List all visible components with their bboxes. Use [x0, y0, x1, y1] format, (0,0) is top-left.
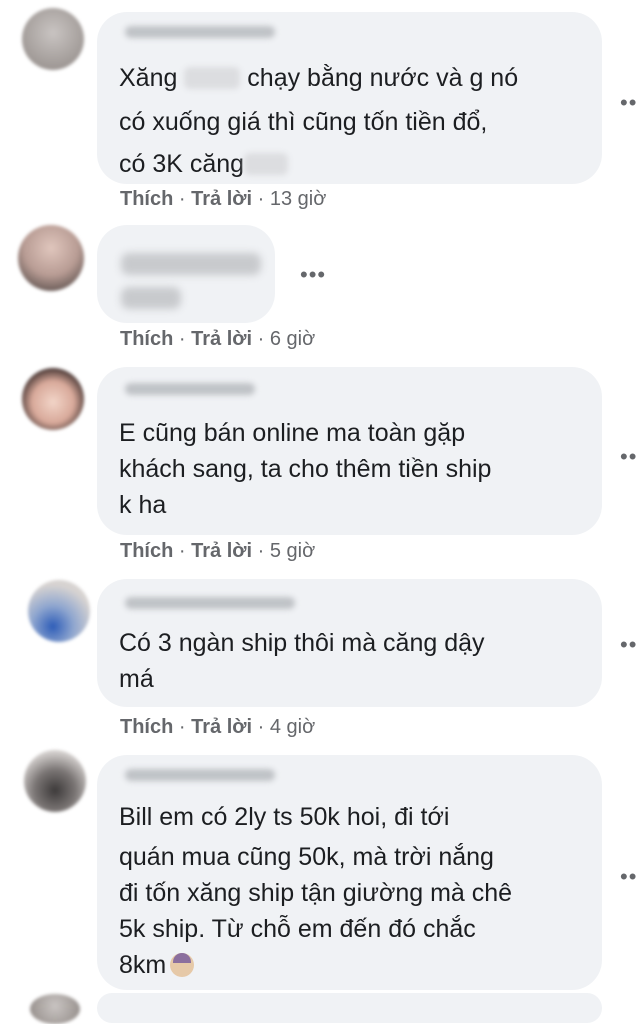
like-button[interactable]: Thích	[120, 188, 173, 210]
comment-actions: Thích · Trả lời · 5 giờ	[120, 540, 316, 562]
comment-text-line: má	[119, 665, 154, 693]
avatar[interactable]	[18, 225, 84, 291]
avatar[interactable]	[24, 750, 86, 812]
more-options-icon[interactable]: •••	[620, 634, 638, 656]
like-button[interactable]: Thích	[120, 328, 173, 350]
comment-actions: Thích · Trả lời · 4 giờ	[120, 716, 316, 738]
comment-bubble: E cũng bán online ma toàn gặp khách sang…	[97, 367, 602, 535]
comment-bubble	[97, 225, 275, 323]
like-button[interactable]: Thích	[120, 716, 173, 738]
avatar[interactable]	[22, 368, 84, 430]
censored-text	[184, 67, 241, 89]
comment-text-line: E cũng bán online ma toàn gặp	[119, 419, 466, 447]
reply-button[interactable]: Trả lời	[191, 188, 252, 210]
comment-time[interactable]: 4 giờ	[270, 716, 315, 738]
more-options-icon[interactable]: •••	[620, 866, 638, 888]
more-options-icon[interactable]: •••	[300, 264, 326, 286]
comment-bubble: Bill em có 2ly ts 50k hoi, đi tới quán m…	[97, 755, 602, 990]
comment-actions: Thích · Trả lời · 13 giờ	[120, 188, 327, 210]
reply-button[interactable]: Trả lời	[191, 716, 252, 738]
comment-text-line: Xăng chạy bằng nước và g nó	[119, 64, 519, 92]
comment-bubble: Có 3 ngàn ship thôi mà căng dậy má	[97, 579, 602, 707]
reply-button[interactable]: Trả lời	[191, 328, 252, 350]
comment-text-blurred	[121, 287, 181, 309]
reply-button[interactable]: Trả lời	[191, 540, 252, 562]
more-options-icon[interactable]: •••	[620, 446, 638, 468]
more-options-icon[interactable]: •••	[620, 92, 638, 114]
comment-text-line: Có 3 ngàn ship thôi mà căng dậy	[119, 629, 485, 657]
comment-text-line: có 3K căng	[119, 146, 289, 182]
censored-text	[244, 153, 289, 175]
comment-text-line: quán mua cũng 50k, mà trời nắng	[119, 843, 494, 871]
comment-text-line: khách sang, ta cho thêm tiền ship	[119, 455, 492, 483]
comment-actions: Thích · Trả lời · 6 giờ	[120, 328, 316, 350]
avatar[interactable]	[28, 580, 90, 642]
author-name[interactable]	[121, 253, 261, 275]
face-emoji-icon	[170, 953, 195, 977]
comment-text-line: 5k ship. Từ chỗ em đến đó chắc	[119, 915, 476, 943]
author-name[interactable]	[125, 769, 275, 781]
avatar[interactable]	[30, 994, 80, 1024]
author-name[interactable]	[125, 597, 295, 609]
comment-text-line: Bill em có 2ly ts 50k hoi, đi tới	[119, 803, 450, 831]
comment-time[interactable]: 13 giờ	[270, 188, 326, 210]
avatar[interactable]	[22, 8, 84, 70]
comment-time[interactable]: 5 giờ	[270, 540, 315, 562]
comment-time[interactable]: 6 giờ	[270, 328, 315, 350]
comment-text-line: k ha	[119, 491, 167, 519]
comment-text-line: có xuống giá thì cũng tốn tiền đổ,	[119, 108, 488, 136]
comment-text-line: đi tốn xăng ship tận giường mà chê	[119, 879, 513, 907]
comment-bubble: Xăng chạy bằng nước và g nó có xuống giá…	[97, 12, 602, 184]
comment-bubble	[97, 993, 602, 1023]
author-name[interactable]	[125, 26, 275, 38]
like-button[interactable]: Thích	[120, 540, 173, 562]
comment-text-line: 8km	[119, 947, 195, 983]
author-name[interactable]	[125, 383, 255, 395]
